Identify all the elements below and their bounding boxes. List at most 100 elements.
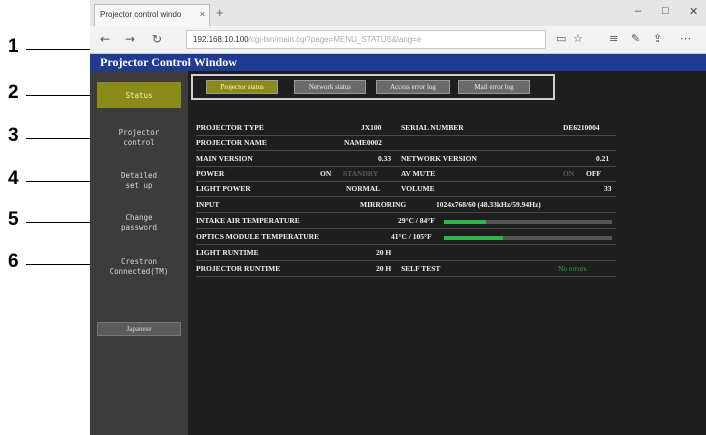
callout-4-line <box>26 181 97 182</box>
status-row-intake-temperature: INTAKE AIR TEMPERATURE 29°C / 84°F <box>196 215 616 228</box>
browser-tab-title: Projector control windo <box>100 10 182 19</box>
row-divider <box>196 150 616 151</box>
page-title: Projector Control Window <box>90 54 706 71</box>
language-button[interactable]: Japanese <box>97 322 181 336</box>
self-test-label: SELF TEST <box>401 264 441 273</box>
status-row-power: POWER ON STANDBY AV MUTE ON OFF <box>196 168 616 181</box>
row-divider <box>196 228 616 229</box>
row-divider <box>196 181 616 182</box>
row-divider <box>196 166 616 167</box>
reading-view-icon[interactable]: ▭ <box>556 32 566 45</box>
light-power-value: NORMAL <box>346 184 381 193</box>
status-row-version: MAIN VERSION 0.33 NETWORK VERSION 0.21 <box>196 153 616 166</box>
row-divider <box>196 244 616 245</box>
projector-runtime-value: 20 H <box>376 264 392 273</box>
sidebar-item-detailed-set-up[interactable]: Detailed set up <box>97 171 181 191</box>
input-value: MIRRORING <box>360 200 407 209</box>
intake-temperature-bar <box>444 220 612 224</box>
projector-runtime-label: PROJECTOR RUNTIME <box>196 264 281 273</box>
forward-icon[interactable]: → <box>125 32 135 46</box>
callout-3-line <box>26 138 97 139</box>
projector-name-value: NAME0002 <box>344 138 382 147</box>
note-icon[interactable]: ✎ <box>631 32 640 45</box>
status-row-projector-name: PROJECTOR NAME NAME0002 <box>196 137 616 150</box>
optics-temperature-bar-fill <box>444 236 503 240</box>
input-signal-value: 1024x768/60 (48.33kHz/59.94Hz) <box>436 200 541 209</box>
status-row-light-runtime: LIGHT RUNTIME 20 H <box>196 247 616 260</box>
status-row-optics-temperature: OPTICS MODULE TEMPERATURE 41°C / 105°F <box>196 231 616 244</box>
power-standby-value: STANDBY <box>343 169 379 178</box>
share-icon[interactable]: ⇪ <box>653 32 662 45</box>
favorite-star-icon[interactable]: ☆ <box>573 32 583 45</box>
refresh-icon[interactable]: ↻ <box>152 32 162 46</box>
minimize-icon[interactable]: – <box>635 5 641 17</box>
intake-temperature-label: INTAKE AIR TEMPERATURE <box>196 216 300 225</box>
projector-name-label: PROJECTOR NAME <box>196 138 267 147</box>
row-divider <box>196 135 616 136</box>
optics-temperature-value: 41°C / 105°F <box>391 232 432 241</box>
tab-access-error-log[interactable]: Access error log <box>376 80 450 94</box>
more-icon[interactable]: ⋯ <box>680 32 691 45</box>
av-mute-label: AV MUTE <box>401 169 436 178</box>
tab-mail-error-log[interactable]: Mail error log <box>458 80 530 94</box>
callout-1: 1 <box>8 36 19 57</box>
sidebar-item-projector-control[interactable]: Projector control <box>97 128 181 148</box>
hub-icon[interactable]: ≡ <box>609 32 618 45</box>
sidebar-item-status[interactable]: Status <box>97 82 181 108</box>
sidebar: Status Projector control Detailed set up… <box>90 71 188 435</box>
projector-type-value: JX100 <box>361 123 382 132</box>
maximize-icon[interactable]: □ <box>662 5 669 17</box>
input-label: INPUT <box>196 200 220 209</box>
optics-temperature-label: OPTICS MODULE TEMPERATURE <box>196 232 320 241</box>
tab-strip: Projector status Network status Access e… <box>191 74 555 100</box>
sidebar-item-change-password[interactable]: Change password <box>97 213 181 233</box>
back-icon[interactable]: ← <box>100 32 110 46</box>
power-on-value: ON <box>320 169 332 178</box>
network-version-value: 0.21 <box>596 154 610 163</box>
status-row-projector-runtime: PROJECTOR RUNTIME 20 H SELF TEST No erro… <box>196 263 616 276</box>
projector-type-label: PROJECTOR TYPE <box>196 123 264 132</box>
url-path: /cgi-bin/main.cgi?page=MENU_STATUS&lang=… <box>248 35 422 44</box>
browser-window: Projector control windo × + – □ ✕ ← → ↻ … <box>90 0 706 435</box>
address-bar[interactable]: 192.168.10.100/cgi-bin/main.cgi?page=MEN… <box>186 30 546 49</box>
browser-tab-bar: Projector control windo × + – □ ✕ <box>90 0 706 26</box>
intake-temperature-bar-fill <box>444 220 486 224</box>
av-mute-on-value: ON <box>563 169 575 178</box>
browser-tab[interactable]: Projector control windo × <box>94 4 210 26</box>
light-runtime-value: 20 H <box>376 248 392 257</box>
sidebar-item-crestron-connected[interactable]: Crestron Connected(TM) <box>97 257 181 277</box>
callout-6: 6 <box>8 251 19 272</box>
self-test-value: No errors <box>558 264 587 273</box>
close-window-icon[interactable]: ✕ <box>689 5 698 18</box>
intake-temperature-value: 29°C / 84°F <box>398 216 435 225</box>
power-label: POWER <box>196 169 225 178</box>
main-content: Projector status Network status Access e… <box>188 71 706 435</box>
serial-number-label: SERIAL NUMBER <box>401 123 464 132</box>
callout-5: 5 <box>8 209 19 230</box>
callout-2: 2 <box>8 82 19 103</box>
main-version-value: 0.33 <box>378 154 392 163</box>
row-divider <box>196 260 616 261</box>
callout-2-line <box>26 95 97 96</box>
light-power-label: LIGHT POWER <box>196 184 251 193</box>
tab-projector-status[interactable]: Projector status <box>206 80 278 94</box>
browser-toolbar: ← → ↻ 192.168.10.100/cgi-bin/main.cgi?pa… <box>90 26 706 54</box>
tab-network-status[interactable]: Network status <box>294 80 366 94</box>
volume-value: 33 <box>604 184 612 193</box>
close-tab-icon[interactable]: × <box>200 9 205 19</box>
callout-4: 4 <box>8 168 19 189</box>
callout-3: 3 <box>8 125 19 146</box>
new-tab-icon[interactable]: + <box>216 5 224 20</box>
callout-6-line <box>26 264 97 265</box>
row-divider <box>196 196 616 197</box>
main-version-label: MAIN VERSION <box>196 154 253 163</box>
status-row-input: INPUT MIRRORING 1024x768/60 (48.33kHz/59… <box>196 199 616 212</box>
light-runtime-label: LIGHT RUNTIME <box>196 248 259 257</box>
row-divider <box>196 276 616 277</box>
callout-5-line <box>26 222 97 223</box>
serial-number-value: DE6210004 <box>563 123 600 132</box>
optics-temperature-bar <box>444 236 612 240</box>
volume-label: VOLUME <box>401 184 435 193</box>
status-row-light-power: LIGHT POWER NORMAL VOLUME 33 <box>196 183 616 196</box>
status-row-projector-type: PROJECTOR TYPE JX100 SERIAL NUMBER DE621… <box>196 122 616 135</box>
